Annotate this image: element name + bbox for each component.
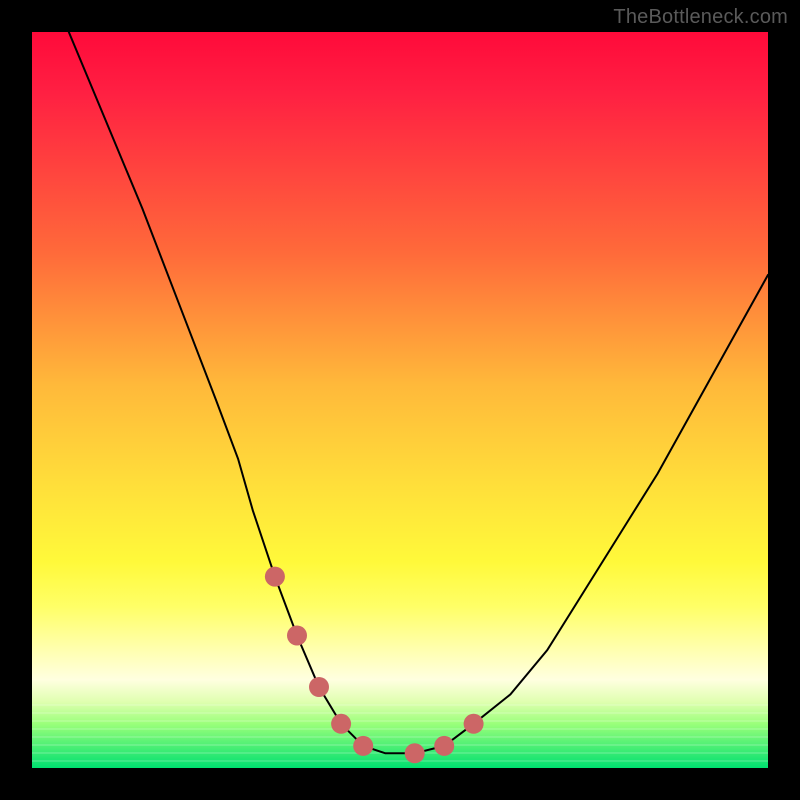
bottleneck-curve-line	[69, 32, 768, 753]
fit-marker-dot	[309, 677, 329, 697]
fit-marker-dot	[434, 736, 454, 756]
fit-marker-dot	[331, 714, 351, 734]
fit-marker-dot	[287, 626, 307, 646]
chart-plot-area	[32, 32, 768, 768]
chart-frame: TheBottleneck.com	[0, 0, 800, 800]
watermark-text: TheBottleneck.com	[613, 6, 788, 29]
fit-marker-dot	[353, 736, 373, 756]
fit-marker-dot	[405, 743, 425, 763]
fit-marker-dot	[265, 567, 285, 587]
chart-svg	[32, 32, 768, 768]
fit-marker-dot	[464, 714, 484, 734]
fit-marker-right	[405, 714, 484, 764]
